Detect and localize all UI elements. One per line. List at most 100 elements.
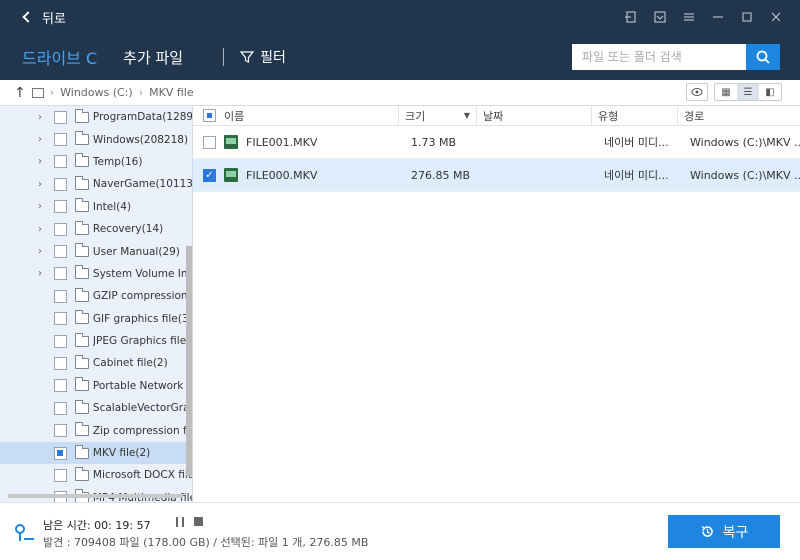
tree-item[interactable]: › ProgramData(12895): [0, 106, 192, 128]
breadcrumb-separator: ›: [138, 86, 144, 99]
tree-item[interactable]: Zip compression file(7: [0, 419, 192, 441]
folder-icon: [74, 131, 89, 146]
tree-item[interactable]: GIF graphics file(3177: [0, 308, 192, 330]
tree-item-label: Windows(208218): [92, 133, 189, 146]
search-button[interactable]: [746, 44, 780, 70]
tree-item-checkbox[interactable]: [53, 245, 67, 259]
column-size[interactable]: 크기 ▼: [399, 105, 477, 126]
tree-item-label: ScalableVectorGraphic: [92, 402, 192, 415]
tree-item[interactable]: JPEG Graphics file(60): [0, 330, 192, 352]
detail-view-icon[interactable]: ◧: [759, 84, 781, 100]
tree-item[interactable]: Cabinet file(2): [0, 352, 192, 374]
tree-item-checkbox[interactable]: [53, 356, 67, 370]
tree-item-label: System Volume Inform: [92, 267, 192, 280]
header-bar: 드라이브 C 추가 파일 필터: [0, 34, 800, 80]
expand-arrow-icon[interactable]: ›: [38, 134, 46, 145]
folder-icon: [74, 377, 89, 392]
tree-item-checkbox[interactable]: [53, 379, 67, 393]
tree-item[interactable]: › User Manual(29): [0, 240, 192, 262]
row-checkbox[interactable]: [203, 135, 216, 149]
tree-item[interactable]: › Windows(208218): [0, 128, 192, 150]
tree-item[interactable]: › Recovery(14): [0, 218, 192, 240]
folder-icon: [74, 243, 89, 258]
preview-button[interactable]: [686, 83, 708, 101]
column-path[interactable]: 경로: [678, 106, 800, 126]
pause-icon[interactable]: [176, 517, 184, 527]
tree-item-checkbox[interactable]: [53, 312, 67, 326]
tree-item-checkbox[interactable]: [53, 267, 67, 281]
tree-item-checkbox[interactable]: [53, 334, 67, 348]
tree-item-checkbox[interactable]: [53, 200, 67, 214]
minimize-icon[interactable]: [705, 5, 730, 29]
column-name[interactable]: 이름: [193, 105, 399, 126]
tree-item[interactable]: › Intel(4): [0, 196, 192, 218]
restore-button[interactable]: 복구: [668, 515, 780, 548]
login-icon[interactable]: [618, 5, 643, 29]
tab-drive[interactable]: 드라이브 C: [22, 45, 97, 69]
tree-vertical-scrollbar[interactable]: [186, 246, 192, 476]
tree-item-checkbox[interactable]: [53, 110, 67, 124]
file-size: 276.85 MB: [411, 168, 471, 182]
breadcrumb: ↑ › Windows (C:) › MKV file ▦ ☰ ◧: [0, 80, 800, 106]
header-divider: [223, 48, 225, 66]
restore-icon: [701, 525, 713, 537]
breadcrumb-folder[interactable]: MKV file: [149, 86, 193, 99]
column-type[interactable]: 유형: [592, 105, 678, 126]
expand-arrow-icon[interactable]: ›: [38, 246, 46, 257]
column-date[interactable]: 날짜: [477, 105, 592, 126]
table-row[interactable]: FILE001.MKV 1.73 MB 네이버 미디... Windows (C:)\…: [193, 126, 800, 159]
tree-item-checkbox[interactable]: [53, 222, 67, 236]
tree-item[interactable]: Microsoft DOCX file(1: [0, 464, 192, 486]
select-all-checkbox[interactable]: [203, 109, 216, 122]
tree-item[interactable]: Portable Network Grap: [0, 375, 192, 397]
tree-item-checkbox[interactable]: [53, 468, 67, 482]
up-arrow-icon[interactable]: ↑: [14, 85, 26, 101]
filter-button[interactable]: 필터: [240, 47, 286, 67]
tree-item[interactable]: GZIP compression file: [0, 285, 192, 307]
list-view-icon[interactable]: ☰: [737, 84, 759, 100]
expand-arrow-icon[interactable]: ›: [38, 268, 46, 279]
remaining-time: 남은 시간: 00: 19: 57: [43, 519, 151, 532]
tree-item-label: Recovery(14): [92, 223, 164, 236]
tree-item-checkbox[interactable]: [53, 401, 67, 415]
tree-item-checkbox[interactable]: [53, 177, 67, 191]
folder-icon: [74, 466, 89, 481]
tree-item-checkbox[interactable]: [53, 424, 67, 438]
tree-horizontal-scrollbar[interactable]: [8, 494, 183, 498]
video-file-icon: [224, 168, 238, 182]
tree-item-label: ProgramData(12895): [92, 111, 192, 124]
expand-arrow-icon[interactable]: ›: [38, 156, 46, 167]
expand-arrow-icon[interactable]: ›: [38, 201, 46, 212]
tree-item-label: User Manual(29): [92, 245, 180, 258]
close-icon[interactable]: [763, 5, 788, 29]
grid-view-icon[interactable]: ▦: [715, 84, 737, 100]
tree-item[interactable]: MKV file(2): [0, 441, 192, 465]
column-size-label: 크기: [405, 109, 426, 123]
row-checkbox[interactable]: ✓: [203, 168, 216, 182]
expand-arrow-icon[interactable]: ›: [38, 112, 46, 123]
tree-item-label: Portable Network Grap: [92, 379, 192, 392]
download-icon[interactable]: [647, 5, 672, 29]
folder-icon: [74, 220, 89, 235]
expand-arrow-icon[interactable]: ›: [38, 179, 46, 190]
tree-item[interactable]: › NaverGame(10113): [0, 173, 192, 195]
tree-item-checkbox[interactable]: [53, 289, 67, 303]
tree-item-checkbox[interactable]: [53, 155, 67, 169]
tree-item-checkbox[interactable]: [53, 133, 67, 147]
tree-item[interactable]: › Temp(16): [0, 151, 192, 173]
folder-icon: [74, 287, 89, 302]
tab-add-file[interactable]: 추가 파일: [123, 47, 183, 68]
search-input[interactable]: [572, 44, 746, 70]
table-row[interactable]: ✓ FILE000.MKV 276.85 MB 네이버 미디... Windows (C…: [193, 159, 800, 192]
tree-item[interactable]: ScalableVectorGraphic: [0, 397, 192, 419]
tree-item-checkbox[interactable]: [53, 446, 67, 460]
column-type-label: 유형: [598, 109, 619, 123]
expand-arrow-icon[interactable]: ›: [38, 224, 46, 235]
maximize-icon[interactable]: [734, 5, 759, 29]
back-button[interactable]: 뒤로: [22, 8, 66, 27]
tree-item-label: GIF graphics file(3177: [92, 312, 192, 325]
menu-icon[interactable]: [676, 5, 701, 29]
breadcrumb-drive[interactable]: Windows (C:): [60, 86, 133, 99]
tree-item[interactable]: › System Volume Inform: [0, 263, 192, 285]
stop-icon[interactable]: [194, 517, 203, 526]
